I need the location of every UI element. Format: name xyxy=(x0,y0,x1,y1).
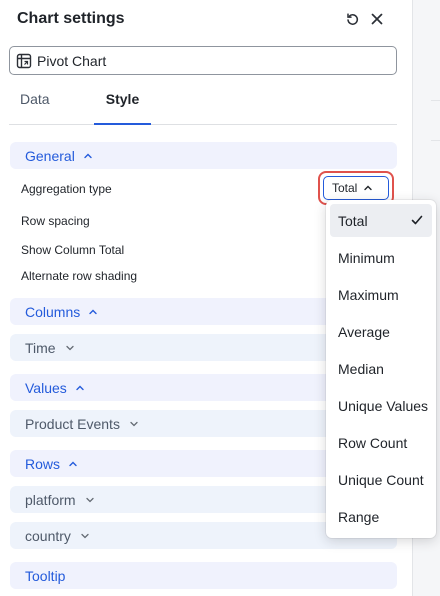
chart-name-field[interactable]: Pivot Chart xyxy=(9,46,397,75)
section-general[interactable]: General xyxy=(10,142,397,169)
field-label: Time xyxy=(25,339,56,356)
option-label: Maximum xyxy=(338,286,399,303)
chevron-down-icon xyxy=(129,419,139,429)
option-label: Minimum xyxy=(338,249,395,266)
aggregation-option-minimum[interactable]: Minimum xyxy=(330,241,432,274)
option-label: Total xyxy=(338,212,368,229)
show-column-total-label: Show Column Total xyxy=(21,243,125,257)
aggregation-option-unique-values[interactable]: Unique Values xyxy=(330,389,432,422)
field-label: platform xyxy=(25,491,76,508)
tab-style[interactable]: Style xyxy=(94,86,151,125)
section-general-label: General xyxy=(25,147,75,164)
field-label: Product Events xyxy=(25,415,120,432)
aggregation-selected-value: Total xyxy=(332,181,358,195)
chart-name-value: Pivot Chart xyxy=(37,52,107,69)
section-tooltip-label: Tooltip xyxy=(25,567,66,584)
tab-data[interactable]: Data xyxy=(20,86,50,124)
aggregation-option-average[interactable]: Average xyxy=(330,315,432,348)
aggregation-option-range[interactable]: Range xyxy=(330,500,432,533)
aggregation-type-label: Aggregation type xyxy=(21,182,112,196)
chevron-up-icon xyxy=(75,383,85,393)
chevron-up-icon xyxy=(83,151,93,161)
panel-header: Chart settings xyxy=(17,8,397,30)
aggregation-option-row-count[interactable]: Row Count xyxy=(330,426,432,459)
row-spacing-label: Row spacing xyxy=(21,214,90,228)
chevron-down-icon xyxy=(65,343,75,353)
close-icon[interactable] xyxy=(368,10,386,28)
alternate-row-shading-label: Alternate row shading xyxy=(21,269,138,283)
aggregation-option-maximum[interactable]: Maximum xyxy=(330,278,432,311)
check-icon xyxy=(410,213,424,227)
field-label: country xyxy=(25,527,71,544)
chevron-up-icon xyxy=(68,459,78,469)
section-rows-label: Rows xyxy=(25,455,61,472)
reset-icon[interactable] xyxy=(343,10,361,28)
aggregation-type-select[interactable]: Total xyxy=(323,176,389,200)
option-label: Average xyxy=(338,323,390,340)
option-label: Unique Values xyxy=(338,397,429,414)
option-label: Range xyxy=(338,508,380,525)
section-values-label: Values xyxy=(25,379,67,396)
option-label: Median xyxy=(338,360,384,377)
section-tooltip[interactable]: Tooltip xyxy=(10,562,397,589)
divider xyxy=(431,100,440,101)
aggregation-option-total[interactable]: Total xyxy=(330,204,432,237)
chevron-down-icon xyxy=(85,495,95,505)
aggregation-option-median[interactable]: Median xyxy=(330,352,432,385)
divider xyxy=(431,140,440,141)
chevron-down-icon xyxy=(80,531,90,541)
panel-title: Chart settings xyxy=(17,10,125,27)
aggregation-dropdown-menu: Total Minimum Maximum Average Median Uni… xyxy=(326,200,436,538)
option-label: Unique Count xyxy=(338,471,424,488)
option-label: Row Count xyxy=(338,434,408,451)
section-columns-label: Columns xyxy=(25,303,81,320)
aggregation-option-unique-count[interactable]: Unique Count xyxy=(330,463,432,496)
chevron-up-icon xyxy=(88,307,98,317)
pivot-table-icon xyxy=(16,53,32,69)
settings-tabs: Data Style xyxy=(9,86,397,125)
chevron-up-icon xyxy=(363,183,373,193)
